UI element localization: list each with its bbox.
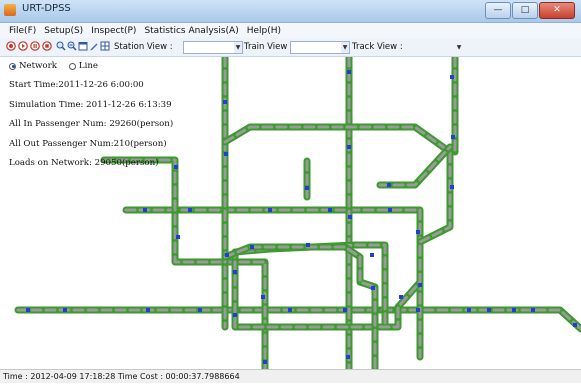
- train-marker[interactable]: [188, 208, 192, 212]
- train-marker[interactable]: [348, 215, 352, 219]
- train-marker[interactable]: [250, 245, 254, 249]
- train-marker[interactable]: [512, 308, 516, 312]
- display-mode-group: Network Line: [9, 61, 173, 71]
- train-marker[interactable]: [343, 308, 347, 312]
- line-east-branch: [378, 145, 452, 187]
- window-controls: — □ ✕: [485, 2, 575, 19]
- train-marker[interactable]: [305, 186, 309, 190]
- menu-file[interactable]: File(F): [9, 26, 36, 36]
- menu-statistics-analysis[interactable]: Statistics Analysis(A): [144, 26, 238, 36]
- train-marker[interactable]: [233, 270, 237, 274]
- network-radio[interactable]: [9, 62, 16, 70]
- simulation-time: Simulation Time: 2011-12-26 6:13:39: [9, 99, 172, 110]
- calendar-icon[interactable]: [78, 41, 88, 51]
- chevron-down-icon: ▼: [456, 44, 462, 51]
- line-radio[interactable]: [68, 62, 76, 70]
- menu-help[interactable]: Help(H): [247, 26, 281, 36]
- window-title: URT-DPSS: [22, 3, 71, 14]
- train-marker[interactable]: [261, 295, 265, 299]
- train-marker[interactable]: [346, 355, 350, 359]
- train-marker[interactable]: [223, 100, 227, 104]
- start-time: Start Time:2011-12-26 6:00:00: [9, 80, 144, 90]
- maximize-button[interactable]: □: [512, 2, 538, 19]
- chevron-down-icon: ▼: [234, 42, 242, 53]
- stop-icon[interactable]: [42, 41, 52, 51]
- grid-icon[interactable]: [100, 41, 110, 51]
- close-button[interactable]: ✕: [539, 2, 575, 19]
- train-view-label: Train View :: [244, 42, 293, 52]
- line-radio-label: Line: [78, 61, 98, 71]
- train-marker[interactable]: [306, 243, 310, 247]
- train-marker[interactable]: [176, 235, 180, 239]
- train-marker[interactable]: [225, 253, 229, 257]
- train-marker[interactable]: [233, 313, 237, 317]
- station-view-label: Station View :: [114, 42, 173, 52]
- loads-on-network: Loads on Network: 29050(person): [9, 158, 159, 168]
- status-bar: Time : 2012-04-09 17:18:28 Time Cost : 0…: [0, 369, 581, 383]
- menu-bar: File(F) Setup(S) Inspect(P) Statistics A…: [0, 23, 581, 38]
- train-marker[interactable]: [388, 208, 392, 212]
- train-marker[interactable]: [198, 308, 202, 312]
- train-marker[interactable]: [268, 208, 272, 212]
- track-view-select[interactable]: ▼: [398, 41, 464, 54]
- zoom-in-icon[interactable]: [56, 41, 66, 51]
- train-marker[interactable]: [370, 253, 374, 257]
- train-marker[interactable]: [347, 145, 351, 149]
- app-icon: [4, 4, 16, 16]
- all-in-passenger-num: All In Passenger Num: 29260(person): [9, 119, 174, 129]
- station-view-select[interactable]: ▼: [183, 41, 243, 54]
- train-marker[interactable]: [347, 70, 351, 74]
- train-marker[interactable]: [450, 75, 454, 79]
- train-marker[interactable]: [416, 308, 420, 312]
- track-view-label: Track View :: [352, 42, 403, 52]
- train-marker[interactable]: [328, 208, 332, 212]
- train-marker[interactable]: [487, 308, 491, 312]
- line-ring: [221, 123, 454, 331]
- zoom-out-icon[interactable]: [67, 41, 77, 51]
- train-marker[interactable]: [399, 295, 403, 299]
- line-ring: [223, 125, 452, 329]
- train-marker[interactable]: [451, 135, 455, 139]
- play-icon[interactable]: [18, 41, 28, 51]
- train-marker[interactable]: [573, 323, 577, 327]
- train-marker[interactable]: [371, 286, 375, 290]
- train-marker[interactable]: [143, 208, 147, 212]
- title-bar: URT-DPSS — □ ✕: [0, 0, 581, 23]
- pen-icon[interactable]: [89, 41, 99, 51]
- minimize-button[interactable]: —: [485, 2, 511, 19]
- train-marker[interactable]: [418, 283, 422, 287]
- train-marker[interactable]: [263, 360, 267, 364]
- line-upper-left: [100, 156, 269, 369]
- chevron-down-icon: ▼: [341, 42, 349, 53]
- train-marker[interactable]: [531, 308, 535, 312]
- train-marker[interactable]: [224, 152, 228, 156]
- menu-setup[interactable]: Setup(S): [44, 26, 83, 36]
- train-marker[interactable]: [450, 185, 454, 189]
- line-east-branch: [376, 143, 454, 189]
- all-out-passenger-num: All Out Passenger Num:210(person): [9, 138, 167, 149]
- toolbar: Station View : ▼ Train View : ▼ Track Vi…: [0, 38, 581, 57]
- train-view-select[interactable]: ▼: [290, 41, 350, 54]
- train-marker[interactable]: [387, 183, 391, 187]
- train-marker[interactable]: [416, 230, 420, 234]
- train-marker[interactable]: [467, 308, 471, 312]
- train-marker[interactable]: [26, 308, 30, 312]
- info-panel: Network Line Start Time:2011-12-26 6:00:…: [9, 61, 173, 178]
- menu-inspect[interactable]: Inspect(P): [91, 26, 136, 36]
- network-radio-label: Network: [19, 61, 57, 71]
- train-marker[interactable]: [146, 308, 150, 312]
- record-start-icon[interactable]: [6, 41, 16, 51]
- train-marker[interactable]: [288, 308, 292, 312]
- train-marker[interactable]: [63, 308, 67, 312]
- train-marker[interactable]: [174, 165, 178, 169]
- pause-icon[interactable]: [30, 41, 40, 51]
- network-canvas[interactable]: Network Line Start Time:2011-12-26 6:00:…: [0, 57, 581, 369]
